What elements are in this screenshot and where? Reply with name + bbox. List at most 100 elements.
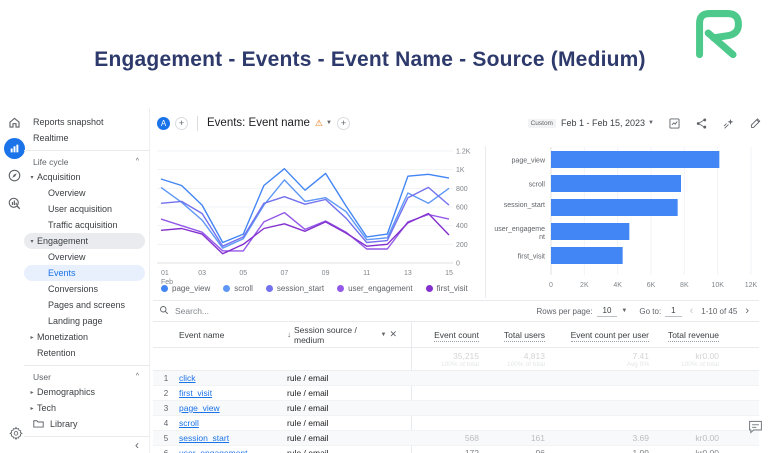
- column-header-event-count-per-user[interactable]: Event count per user: [545, 330, 649, 340]
- legend-dot-icon: [337, 285, 344, 292]
- event-name-link[interactable]: user_engagement: [179, 448, 287, 453]
- folder-icon: [33, 419, 44, 430]
- column-header-event-count[interactable]: Event count: [411, 330, 479, 340]
- share-icon[interactable]: [694, 116, 708, 130]
- reports-icon[interactable]: [4, 138, 25, 159]
- prev-page-button[interactable]: ‹: [690, 305, 694, 317]
- chevron-up-icon[interactable]: ^: [136, 158, 139, 165]
- home-icon[interactable]: [2, 110, 26, 134]
- sidebar-item-pages-and-screens[interactable]: Pages and screens: [24, 297, 149, 313]
- sidebar-item-realtime[interactable]: Realtime: [24, 130, 149, 146]
- chevron-down-icon[interactable]: ▼: [621, 308, 627, 314]
- chevron-down-icon[interactable]: ▼: [381, 332, 387, 338]
- triangle-right-icon[interactable]: ▸: [27, 334, 37, 341]
- sidebar-item-monetization[interactable]: ▸Monetization: [24, 329, 149, 345]
- add-card-button[interactable]: +: [337, 117, 350, 130]
- legend-item-page_view[interactable]: page_view: [161, 284, 210, 293]
- sidebar-item-retention[interactable]: Retention: [24, 345, 149, 361]
- sidebar-item-reports-snapshot[interactable]: Reports snapshot: [24, 114, 149, 130]
- event-name-link[interactable]: first_visit: [179, 388, 287, 398]
- report-title: Events: Event name: [207, 117, 310, 129]
- library-label: Library: [50, 419, 78, 429]
- line-chart: 02004006008001K1.2K01Feb03050709111315: [153, 141, 483, 299]
- sidebar-item-overview[interactable]: Overview: [24, 185, 149, 201]
- sidebar-item-engagement[interactable]: ▾Engagement: [24, 233, 145, 249]
- sidebar-section-user[interactable]: User^: [24, 369, 149, 384]
- table-body: 1clickrule / email2first_visitrule / ema…: [153, 371, 759, 453]
- comparison-chip[interactable]: A: [157, 117, 170, 130]
- triangle-right-icon[interactable]: ▸: [27, 405, 37, 412]
- sidebar-item-landing-page[interactable]: Landing page: [24, 313, 149, 329]
- sidebar-item-label: Overview: [48, 252, 86, 262]
- sidebar-item-events[interactable]: Events: [24, 265, 145, 281]
- column-header-total-revenue[interactable]: Total revenue: [649, 330, 719, 340]
- column-header-total-users[interactable]: Total users: [479, 330, 545, 340]
- sidebar-item-overview[interactable]: Overview: [24, 249, 149, 265]
- chevron-down-icon[interactable]: ▼: [648, 120, 654, 126]
- sidebar-item-label: Overview: [48, 188, 86, 198]
- legend-item-session_start[interactable]: session_start: [266, 284, 324, 293]
- svg-text:scroll: scroll: [529, 182, 546, 189]
- divider: [197, 116, 198, 131]
- svg-text:page_view: page_view: [512, 158, 546, 165]
- edit-pencil-icon[interactable]: [748, 116, 762, 130]
- advertising-icon[interactable]: [2, 191, 26, 215]
- svg-text:1K: 1K: [456, 167, 465, 174]
- svg-text:nt: nt: [539, 234, 545, 241]
- search-input[interactable]: [175, 306, 355, 316]
- triangle-down-icon[interactable]: ▾: [27, 238, 37, 245]
- triangle-right-icon[interactable]: ▸: [27, 389, 37, 396]
- warning-icon[interactable]: ⚠: [315, 118, 323, 129]
- event-name-link[interactable]: page_view: [179, 403, 287, 413]
- source-medium-value: rule / email: [287, 388, 411, 398]
- legend-item-user_engagement[interactable]: user_engagement: [337, 284, 413, 293]
- sidebar-item-user-acquisition[interactable]: User acquisition: [24, 201, 149, 217]
- sidebar-item-conversions[interactable]: Conversions: [24, 281, 149, 297]
- sidebar-item-library[interactable]: Library: [24, 416, 149, 432]
- event-count-value: 172: [411, 448, 479, 453]
- rows-per-page-select[interactable]: 10: [597, 306, 618, 317]
- table-row: 2first_visitrule / email: [153, 386, 759, 401]
- remove-dimension-icon[interactable]: ✕: [389, 329, 411, 340]
- legend-label: scroll: [234, 284, 253, 293]
- events-table: Event name ↓ Session source / medium ▼ ✕…: [153, 322, 759, 453]
- explore-icon[interactable]: [2, 163, 26, 187]
- divider: [24, 150, 149, 151]
- column-header-source-medium[interactable]: ↓ Session source / medium ▼ ✕: [287, 325, 411, 345]
- sidebar-item-demographics[interactable]: ▸Demographics: [24, 384, 149, 400]
- svg-text:4K: 4K: [613, 282, 622, 289]
- svg-text:12K: 12K: [745, 282, 758, 289]
- legend-item-scroll[interactable]: scroll: [223, 284, 253, 293]
- goto-page-input[interactable]: 1: [665, 306, 681, 317]
- table-row: 4scrollrule / email: [153, 416, 759, 431]
- section-label: Life cycle: [33, 157, 68, 167]
- legend-item-first_visit[interactable]: first_visit: [426, 284, 468, 293]
- legend-label: session_start: [277, 284, 324, 293]
- chevron-up-icon[interactable]: ^: [136, 373, 139, 380]
- source-medium-value: rule / email: [287, 373, 411, 383]
- date-range-selector[interactable]: Feb 1 - Feb 15, 2023: [561, 118, 645, 128]
- sidebar-item-traffic-acquisition[interactable]: Traffic acquisition: [24, 217, 149, 233]
- svg-text:2K: 2K: [580, 282, 589, 289]
- triangle-down-icon[interactable]: ▾: [27, 174, 37, 181]
- collapse-sidebar-button[interactable]: ‹: [135, 438, 139, 452]
- chevron-down-icon[interactable]: ▼: [326, 120, 332, 126]
- event-name-link[interactable]: scroll: [179, 418, 287, 428]
- screenshot-root: Engagement - Events - Event Name - Sourc…: [0, 0, 768, 453]
- sidebar-item-acquisition[interactable]: ▾Acquisition: [24, 169, 149, 185]
- add-comparison-button[interactable]: +: [175, 117, 188, 130]
- next-page-button[interactable]: ›: [745, 305, 749, 317]
- event-count-value: 568: [411, 433, 479, 443]
- sidebar-footer: ‹: [24, 436, 149, 453]
- sidebar-section-life-cycle[interactable]: Life cycle ^: [24, 154, 149, 169]
- event-name-link[interactable]: session_start: [179, 433, 287, 443]
- source-medium-value: rule / email: [287, 433, 411, 443]
- edit-comparisons-icon[interactable]: [667, 116, 681, 130]
- feedback-icon[interactable]: [747, 418, 764, 440]
- insights-icon[interactable]: [721, 116, 735, 130]
- sort-descending-icon[interactable]: ↓: [287, 330, 291, 339]
- svg-text:05: 05: [239, 270, 247, 277]
- column-header-event-name[interactable]: Event name: [179, 330, 287, 340]
- sidebar-item-tech[interactable]: ▸Tech: [24, 400, 149, 416]
- event-name-link[interactable]: click: [179, 373, 287, 383]
